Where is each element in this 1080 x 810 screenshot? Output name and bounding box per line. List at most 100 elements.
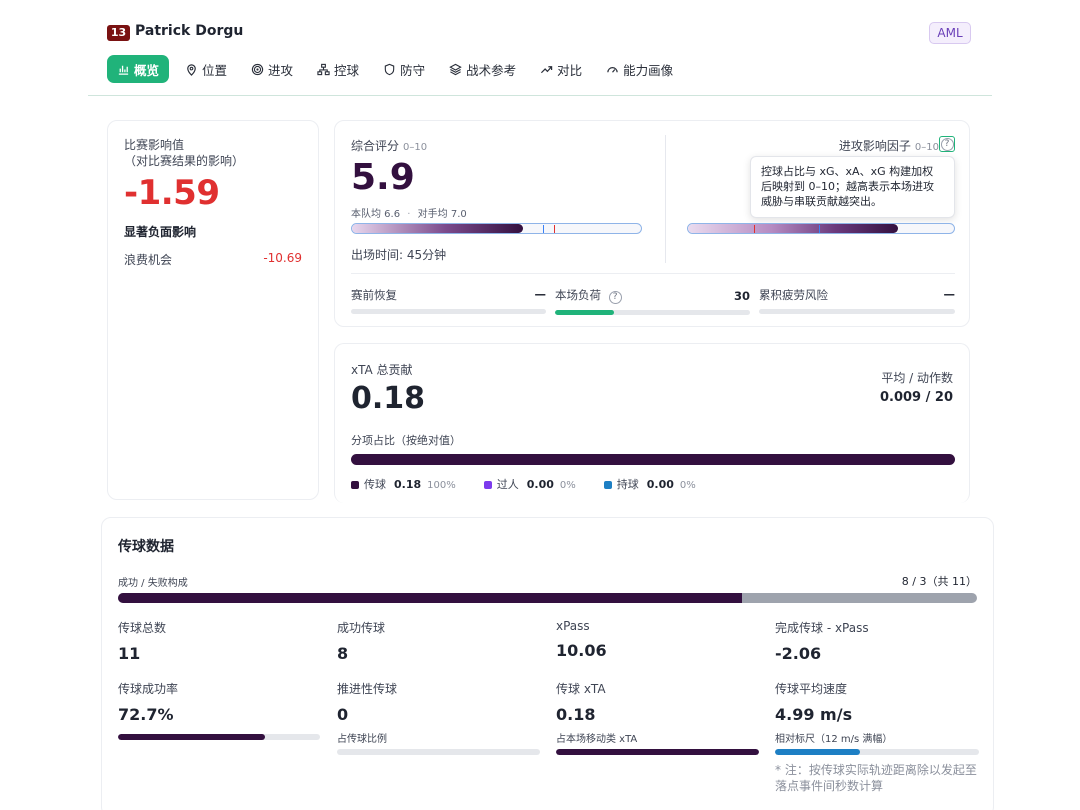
legend-value: 0.00 [646, 478, 674, 491]
legend-pct: 0% [679, 480, 696, 491]
help-icon: ? [940, 137, 954, 151]
rating-averages: 本队均 6.6 · 对手均 7.0 [351, 205, 467, 220]
tab-label: 防守 [400, 62, 426, 78]
shield-icon [384, 63, 395, 75]
stat-caption: 占传球比例 [337, 734, 387, 745]
stat-track [775, 749, 979, 755]
stat-value: 11 [118, 644, 141, 663]
bar-chart-icon [118, 65, 129, 75]
pass-speed-note: * 注：按传球实际轨迹距离除以发起至落点事件间秒数计算 [775, 763, 977, 793]
attack-factor-tooltip: 控球占比与 xG、xA、xG 构建加权后映射到 0–10；越高表示本场进攻威胁与… [750, 156, 955, 218]
stat-fill [118, 734, 265, 740]
legend-label: 传球 [364, 478, 386, 491]
trend-icon [541, 65, 553, 73]
stat-pass-xta: 传球 xTA 0.18 占本场移动类 xTA [556, 680, 759, 755]
impact-title: 比赛影响值 [124, 138, 185, 152]
rating-value: 5.9 [351, 157, 415, 198]
metric-value: 30 [733, 288, 750, 303]
wasted-chances-value: -10.69 [263, 251, 302, 265]
help-icon[interactable]: ? [608, 291, 622, 304]
tab-overview[interactable]: 概览 [107, 55, 170, 83]
help-button[interactable]: ? [939, 136, 955, 152]
legend-pct: 100% [427, 480, 456, 491]
attack-factor-range: 0–10 [914, 142, 939, 153]
tab-compare[interactable]: 对比 [532, 55, 590, 83]
rating-title: 综合评分 0–10 [351, 137, 427, 154]
layers-icon [449, 63, 462, 75]
xta-avg-label: 平均 / 动作数 [881, 371, 953, 385]
legend-swatch [483, 481, 492, 489]
tab-label: 能力画像 [623, 62, 674, 78]
pass-composition-bar [118, 593, 977, 603]
avg-separator: · [407, 209, 411, 220]
attack-factor-title-text: 进攻影响因子 [838, 139, 911, 153]
stat-value: 0.18 [556, 705, 596, 724]
stat-xpass: xPass 10.06 [556, 619, 607, 660]
stat-completed-minus-xpass: 完成传球 - xPass -2.06 [775, 619, 869, 663]
tab-defense[interactable]: 防守 [375, 55, 433, 83]
tab-tactics[interactable]: 战术参考 [441, 55, 524, 83]
stat-progressive-passes: 推进性传球 0 占传球比例 [337, 680, 540, 755]
stat-successful-passes: 成功传球 8 [337, 619, 385, 663]
tab-label: 对比 [557, 62, 583, 78]
metric-fatigue: 累积疲劳风险 — [759, 287, 955, 314]
stat-total-passes: 传球总数 11 [118, 619, 166, 663]
header-divider [88, 95, 992, 96]
legend-swatch [351, 481, 359, 489]
stat-caption: 相对标尺（12 m/s 满幅） [775, 734, 893, 745]
jersey-number-badge: 13 [107, 25, 130, 41]
metric-value: — [534, 287, 547, 301]
legend-value: 0.00 [526, 478, 554, 491]
stat-label: 推进性传球 [337, 682, 398, 696]
legend-item-carry: 持球 0.00 0% [603, 476, 696, 492]
metric-label-text: 本场负荷 [555, 288, 601, 302]
xta-avg-value: 0.009 / 20 [879, 390, 953, 405]
legend-label: 持球 [616, 478, 639, 491]
tab-possession[interactable]: 控球 [309, 55, 367, 83]
impact-card: 比赛影响值 （对比赛结果的影响） -1.59 显著负面影响 浪费机会 -10.6… [107, 120, 319, 500]
stat-fill [775, 749, 860, 755]
legend-item-pass: 传球 0.18 100% [351, 476, 456, 492]
attack-opponent-marker [754, 225, 755, 233]
tab-bar: 概览 位置 进攻 控球 防守 战术参考 对比 能力画像 [107, 55, 689, 83]
team-average: 本队均 6.6 [351, 209, 401, 220]
xta-legend: 传球 0.18 100% 过人 0.00 0% 持球 0.00 0% [351, 476, 696, 492]
rating-bar-fill [352, 224, 523, 233]
rating-card: 综合评分 0–10 5.9 本队均 6.6 · 对手均 7.0 进攻影响因子 0–1… [334, 120, 970, 327]
metric-track [555, 310, 750, 315]
metric-value: — [943, 287, 956, 301]
stat-label: xPass [556, 619, 590, 633]
legend-value: 0.18 [394, 478, 422, 491]
impact-description: 显著负面影响 [124, 225, 197, 239]
pass-card: 传球数据 成功 / 失败构成 8 / 3（共 11） 传球总数 11 成功传球 … [101, 517, 994, 810]
stat-label: 传球 xTA [556, 682, 606, 696]
pass-success-fill [118, 593, 743, 603]
stat-fill [556, 749, 759, 755]
target-icon [251, 63, 264, 75]
metric-track [759, 309, 955, 314]
stat-pass-speed: 传球平均速度 4.99 m/s 相对标尺（12 m/s 满幅） [775, 680, 979, 755]
player-name: Patrick Dorgu [135, 23, 244, 39]
tab-label: 概览 [134, 62, 160, 78]
tab-profile[interactable]: 能力画像 [598, 55, 681, 83]
wasted-chances-label: 浪费机会 [124, 253, 173, 267]
rating-bar [351, 223, 642, 234]
stat-label: 传球总数 [118, 621, 167, 635]
tab-attack[interactable]: 进攻 [243, 55, 301, 83]
stat-track [337, 749, 540, 755]
tab-label: 战术参考 [466, 62, 517, 78]
xta-share-label: 分项占比（按绝对值） [351, 434, 461, 447]
pass-composition-label: 成功 / 失败构成 [118, 578, 188, 589]
stat-label: 传球平均速度 [775, 682, 848, 696]
metric-label: 本场负荷 ? [555, 287, 622, 304]
tab-position[interactable]: 位置 [177, 55, 235, 83]
rating-title-text: 综合评分 [351, 139, 400, 153]
stat-label: 完成传球 - xPass [775, 621, 869, 635]
stat-label: 传球成功率 [118, 682, 179, 696]
team-avg-marker [542, 225, 544, 233]
xta-value: 0.18 [351, 381, 426, 416]
metric-load: 本场负荷 ? 30 [555, 287, 750, 315]
metric-recovery: 赛前恢复 — [351, 287, 546, 314]
network-icon [317, 63, 330, 75]
stat-label: 成功传球 [337, 621, 386, 635]
